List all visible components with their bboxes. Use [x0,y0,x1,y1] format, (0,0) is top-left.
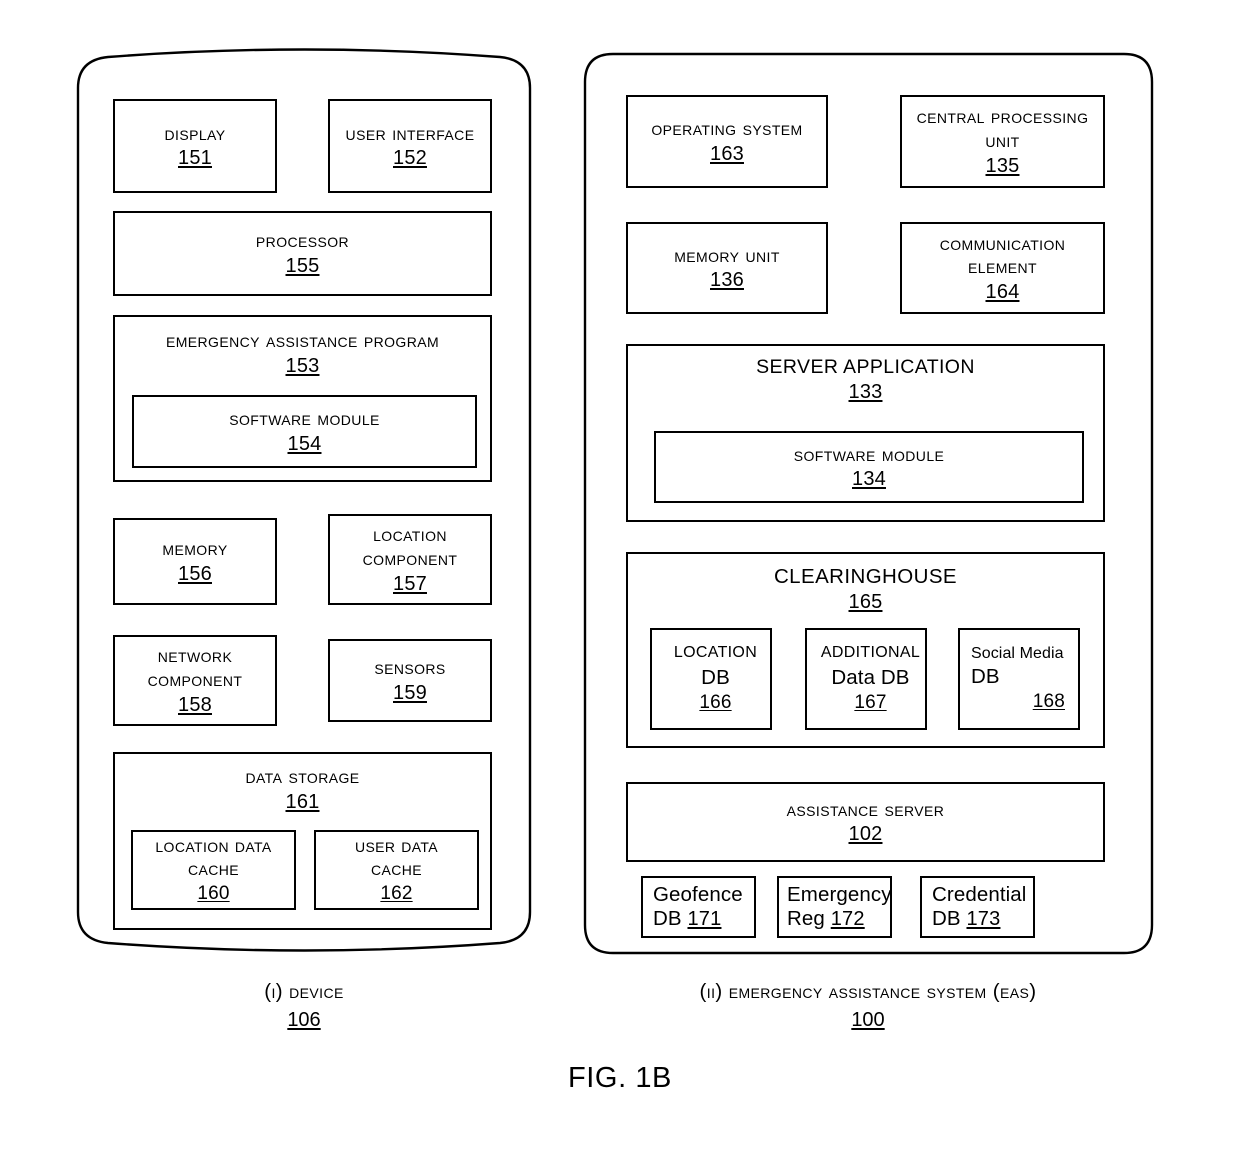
box-emergency-assistance-program-title: Emergency Assistance Program [165,329,440,352]
box-server-application-number: 133 [848,380,883,403]
box-memory-unit-number: 136 [710,269,744,292]
box-location-data-cache-number: 160 [197,882,230,904]
box-additional-data-db-number: 167 [854,692,887,714]
box-software-module-device-number: 154 [287,432,322,455]
box-assistance-server: Assistance Server 102 [626,782,1105,862]
box-sensors: Sensors 159 [328,639,492,722]
box-display-title: Display [164,121,226,145]
box-user-interface-title: User Interface [345,121,475,145]
box-geofence-db-line1: Geofence [653,883,743,907]
box-social-media-db-number: 168 [1032,691,1065,713]
box-social-media-db-title-small: Social Media [971,644,1064,662]
box-additional-data-db: ADDITIONAL Data DB 167 [805,628,927,730]
box-location-db: LOCATION DB 166 [650,628,772,730]
box-central-processing-unit: Central Processing Unit 135 [900,95,1105,188]
box-processor-title: Processor [255,229,350,253]
box-assistance-server-number: 102 [848,823,883,846]
box-sensors-number: 159 [393,681,427,704]
box-network-component-number: 158 [178,693,212,716]
box-server-application: SERVER APPLICATION 133 Software Module 1… [626,344,1105,522]
box-memory-title: Memory [162,537,228,561]
patent-figure-1b: Display 151 User Interface 152 Processor… [0,0,1240,1156]
box-location-component-number: 157 [393,572,427,595]
box-data-storage-number: 161 [285,790,320,813]
box-software-module-server-number: 134 [852,468,886,491]
figure-label: FIG. 1B [568,1062,672,1094]
box-central-processing-unit-title: Central Processing Unit [916,105,1089,152]
device-panel-caption-text: (I) Device [264,980,344,1003]
box-credential-db-prefix: DB [932,906,967,930]
box-software-module-server: Software Module 134 [654,431,1084,503]
box-geofence-db-line2: DB 171 [653,907,721,931]
box-memory-unit-title: Memory Unit [674,243,780,267]
box-operating-system-number: 163 [710,142,744,165]
box-social-media-db-title-large: DB [971,665,1000,689]
box-processor: Processor 155 [113,211,492,296]
box-additional-data-db-title-small: ADDITIONAL [820,643,921,661]
box-location-component: Location Component 157 [328,514,492,605]
box-processor-number: 155 [285,254,320,277]
box-network-component-title: Network Component [147,644,243,691]
eas-panel-caption: (II) Emergency Assistance System (EAS) 1… [618,980,1118,1032]
box-emergency-reg-number: 172 [830,907,865,930]
box-sensors-title: Sensors [374,656,446,680]
box-user-interface-number: 152 [393,147,427,170]
box-operating-system-title: Operating System [651,117,803,141]
box-central-processing-unit-number: 135 [985,154,1020,177]
box-credential-db-number: 173 [966,907,1001,930]
box-communication-element-title: Communication Element [939,231,1066,279]
device-panel-caption-number: 106 [287,1008,321,1031]
box-display: Display 151 [113,99,277,193]
box-server-application-title: SERVER APPLICATION [756,356,975,378]
box-geofence-db: Geofence DB 171 [641,876,756,938]
box-geofence-db-prefix: DB [653,906,688,930]
box-emergency-reg-prefix: Reg [787,906,831,930]
box-emergency-reg: Emergency Reg 172 [777,876,892,938]
box-credential-db-line1: Credential [932,883,1027,907]
box-clearinghouse: CLEARINGHOUSE 165 LOCATION DB 166 ADDITI… [626,552,1105,748]
box-geofence-db-number: 171 [687,907,722,930]
box-user-data-cache-title: User Data Cache [354,835,439,880]
box-display-number: 151 [178,147,212,170]
box-data-storage-title: Data Storage [245,765,360,788]
box-data-storage: Data Storage 161 Location Data Cache 160… [113,752,492,930]
eas-panel-caption-number: 100 [851,1008,885,1031]
box-emergency-assistance-program-number: 153 [285,354,320,377]
box-location-data-cache-title: Location Data Cache [155,835,272,880]
box-communication-element: Communication Element 164 [900,222,1105,314]
box-memory-number: 156 [178,562,212,585]
box-location-db-title-large: DB [701,666,730,690]
box-emergency-assistance-program: Emergency Assistance Program 153 Softwar… [113,315,492,482]
box-assistance-server-title: Assistance Server [786,797,945,821]
eas-panel-caption-text: (II) Emergency Assistance System (EAS) [699,980,1037,1003]
box-user-data-cache: User Data Cache 162 [314,830,479,910]
device-panel-caption: (I) Device 106 [154,980,454,1032]
box-network-component: Network Component 158 [113,635,277,726]
box-memory: Memory 156 [113,518,277,605]
box-communication-element-number: 164 [985,281,1020,304]
box-operating-system: Operating System 163 [626,95,828,188]
box-memory-unit: Memory Unit 136 [626,222,828,314]
box-software-module-device: Software Module 154 [132,395,477,468]
box-clearinghouse-number: 165 [848,590,883,613]
box-user-data-cache-number: 162 [380,882,413,904]
box-user-interface: User Interface 152 [328,99,492,193]
box-location-db-number: 166 [699,692,732,714]
box-credential-db: Credential DB 173 [920,876,1035,938]
box-software-module-server-title: Software Module [793,442,945,466]
box-location-db-title-small: LOCATION [673,643,758,661]
box-emergency-reg-line2: Reg 172 [787,907,865,931]
box-clearinghouse-title: CLEARINGHOUSE [773,565,958,588]
box-location-component-title: Location Component [362,523,458,570]
box-software-module-device-title: Software Module [229,407,380,431]
box-credential-db-line2: DB 173 [932,907,1000,931]
box-social-media-db: Social Media DB 168 [958,628,1080,730]
box-additional-data-db-title-large: Data DB [831,666,910,690]
box-location-data-cache: Location Data Cache 160 [131,830,296,910]
box-emergency-reg-line1: Emergency [787,883,892,907]
